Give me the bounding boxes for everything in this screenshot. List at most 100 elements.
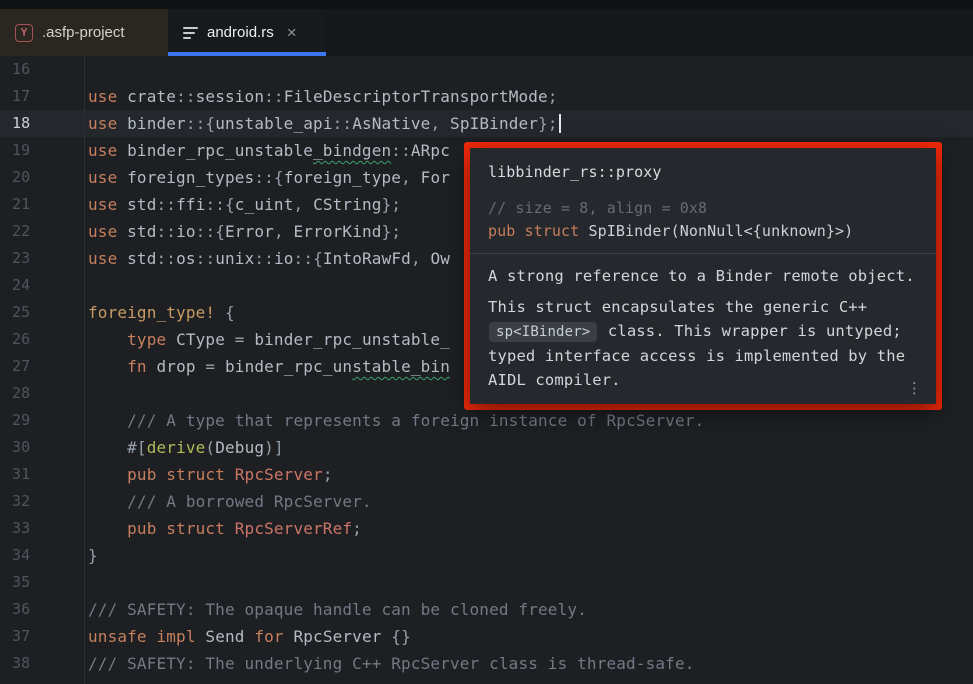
code-text: use foreign_types::{foreign_type, For (88, 164, 450, 191)
code-token (88, 330, 127, 349)
code-line-32[interactable]: 32 /// A borrowed RpcServer. (0, 488, 973, 515)
gutter-divider (84, 56, 85, 684)
code-token: Debug (215, 438, 264, 457)
code-line-17[interactable]: 17use crate::session::FileDescriptorTran… (0, 83, 973, 110)
code-text: /// A borrowed RpcServer. (88, 488, 372, 515)
code-text: use std::ffi::{c_uint, CString}; (88, 191, 401, 218)
code-token: ErrorKind (294, 222, 382, 241)
code-token: derive (147, 438, 206, 457)
code-token (88, 438, 127, 457)
code-token: ::{ (294, 249, 323, 268)
code-editor[interactable]: 1617use crate::session::FileDescriptorTr… (0, 56, 973, 684)
code-token: fn (127, 357, 156, 376)
code-text: use crate::session::FileDescriptorTransp… (88, 83, 558, 110)
code-token: io (274, 249, 294, 268)
file-tab-label: android.rs (207, 24, 274, 41)
code-text: fn drop = binder_rpc_unstable_bin (88, 353, 450, 380)
code-token: , (401, 168, 421, 187)
code-line-38[interactable]: 38 /// SAFETY: The underlying C++ RpcServ… (0, 650, 973, 677)
code-text: #[derive(Debug)] (88, 434, 284, 461)
line-number: 16 (12, 56, 52, 83)
line-number: 29 (12, 407, 52, 434)
code-token: crate (127, 87, 176, 106)
signature-type: SpIBinder(NonNull<{unknown}>) (588, 222, 853, 240)
code-token: }; (538, 114, 558, 133)
code-token: RpcServer (293, 627, 391, 646)
line-number: 26 (12, 326, 52, 353)
code-token: std (127, 222, 156, 241)
code-token: use (88, 249, 127, 268)
code-text: type CType = binder_rpc_unstable_ (88, 326, 450, 353)
line-number: 37 (12, 623, 52, 650)
code-line-37[interactable]: 37unsafe impl Send for RpcServer {} (0, 623, 973, 650)
code-token: use (88, 168, 127, 187)
code-token: /// A type that represents a foreign ins… (127, 411, 704, 430)
code-token: RpcServer (235, 465, 323, 484)
tab-android-rs[interactable]: android.rs × (168, 9, 326, 56)
code-token: :: (254, 249, 274, 268)
code-token: unsafe impl (88, 627, 205, 646)
code-line-34[interactable]: 34} (0, 542, 973, 569)
code-text: /// A type that represents a foreign ins… (88, 407, 704, 434)
code-token (88, 465, 127, 484)
code-token: /// SAFETY: The opaque handle can be clo… (88, 600, 587, 619)
code-line-30[interactable]: 30 #[derive(Debug)] (0, 434, 973, 461)
code-token: , (430, 114, 450, 133)
line-number: 31 (12, 461, 52, 488)
code-token: foreign_type! (88, 303, 215, 322)
line-number: 21 (12, 191, 52, 218)
code-token: binder_rpc_unstable_ (254, 330, 450, 349)
signature-keyword: pub struct (488, 222, 588, 240)
line-number: 27 (12, 353, 52, 380)
yaml-file-icon: Y (15, 24, 33, 42)
code-line-16[interactable]: 16 (0, 56, 973, 83)
code-token (88, 519, 127, 538)
code-token: binder_rpc_un (225, 357, 352, 376)
line-number: 30 (12, 434, 52, 461)
popup-module-path: libbinder_rs::proxy (488, 163, 918, 181)
code-token: = (196, 357, 225, 376)
code-token: FileDescriptorTransportMode (284, 87, 548, 106)
code-line-36[interactable]: 36 /// SAFETY: The opaque handle can be c… (0, 596, 973, 623)
code-token: ; (548, 87, 558, 106)
tab-asfp-project[interactable]: Y .asfp-project (0, 9, 168, 56)
popup-description: This struct encapsulates the generic C++… (488, 295, 918, 392)
code-token: ARpc (411, 141, 450, 160)
code-token: , (294, 195, 314, 214)
code-token: use (88, 141, 127, 160)
line-number: 38 (12, 650, 52, 677)
code-token: os (176, 249, 196, 268)
code-token: unstable_api (215, 114, 332, 133)
code-token: use (88, 114, 127, 133)
line-number: 36 (12, 596, 52, 623)
code-token: type (127, 330, 176, 349)
code-token: , (274, 222, 294, 241)
code-line-29[interactable]: 29 /// A type that represents a foreign … (0, 407, 973, 434)
code-token: Ow (431, 249, 451, 268)
code-token: , (411, 249, 431, 268)
code-text: use std::os::unix::io::{IntoRawFd, Ow (88, 245, 450, 272)
code-token: binder (127, 114, 186, 133)
code-token: use (88, 87, 127, 106)
code-token (88, 411, 127, 430)
close-tab-icon[interactable]: × (287, 24, 297, 41)
code-line-31[interactable]: 31 pub struct RpcServer; (0, 461, 973, 488)
code-text: pub struct RpcServerRef; (88, 515, 362, 542)
code-token: SpIBinder (450, 114, 538, 133)
code-token: #[ (127, 438, 147, 457)
code-line-35[interactable]: 35 (0, 569, 973, 596)
code-token: { (215, 303, 235, 322)
code-line-33[interactable]: 33 pub struct RpcServerRef; (0, 515, 973, 542)
more-options-icon[interactable]: ⋮ (907, 381, 922, 396)
code-token: :: (333, 114, 353, 133)
code-token: ::{ (205, 195, 234, 214)
code-token: /// SAFETY: The underlying C++ RpcServer… (88, 654, 695, 673)
code-text: foreign_type! { (88, 299, 235, 326)
popup-divider (470, 253, 936, 254)
code-token: session (196, 87, 264, 106)
code-token: :: (157, 249, 177, 268)
code-token: ffi (176, 195, 205, 214)
code-line-18[interactable]: 18use binder::{unstable_api::AsNative, S… (0, 110, 973, 137)
code-token: stable_bin (352, 357, 450, 376)
code-token: for (254, 627, 293, 646)
